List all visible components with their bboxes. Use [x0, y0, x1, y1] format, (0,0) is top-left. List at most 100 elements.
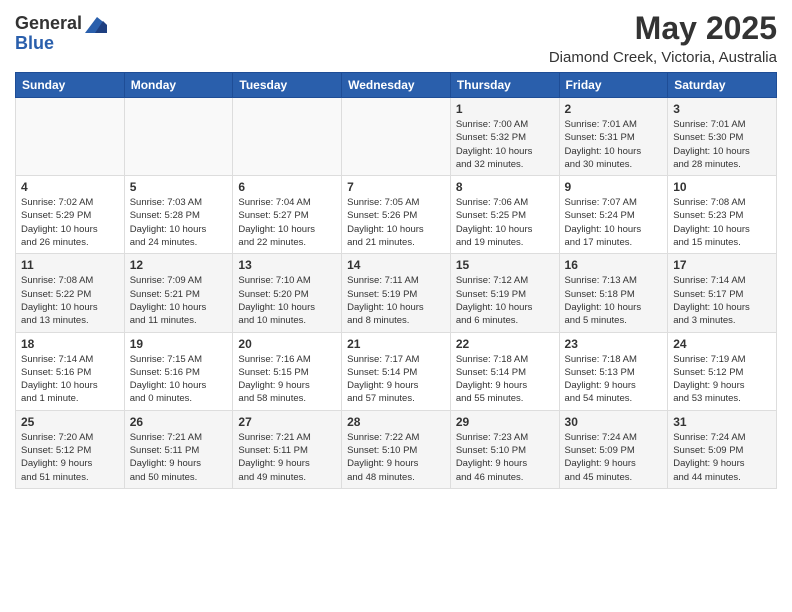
day-detail: Sunrise: 7:20 AM Sunset: 5:12 PM Dayligh…: [21, 431, 119, 484]
weekday-header-cell: Tuesday: [233, 73, 342, 98]
title-area: May 2025 Diamond Creek, Victoria, Austra…: [549, 10, 777, 66]
day-detail: Sunrise: 7:02 AM Sunset: 5:29 PM Dayligh…: [21, 196, 119, 249]
day-detail: Sunrise: 7:03 AM Sunset: 5:28 PM Dayligh…: [130, 196, 228, 249]
day-number: 5: [130, 180, 228, 194]
day-detail: Sunrise: 7:24 AM Sunset: 5:09 PM Dayligh…: [565, 431, 663, 484]
calendar-day-cell: 29 Sunrise: 7:23 AM Sunset: 5:10 PM Dayli…: [450, 410, 559, 488]
day-number: 20: [238, 337, 336, 351]
calendar-day-cell: 26 Sunrise: 7:21 AM Sunset: 5:11 PM Dayli…: [124, 410, 233, 488]
day-number: 9: [565, 180, 663, 194]
day-detail: Sunrise: 7:16 AM Sunset: 5:15 PM Dayligh…: [238, 353, 336, 406]
calendar-day-cell: 21Sunrise: 7:17 AM Sunset: 5:14 PM Dayli…: [342, 332, 451, 410]
calendar-day-cell: 5 Sunrise: 7:03 AM Sunset: 5:28 PM Daylig…: [124, 176, 233, 254]
day-detail: Sunrise: 7:14 AM Sunset: 5:17 PM Dayligh…: [673, 274, 771, 327]
weekday-header-cell: Wednesday: [342, 73, 451, 98]
day-detail: Sunrise: 7:06 AM Sunset: 5:25 PM Dayligh…: [456, 196, 554, 249]
day-detail: Sunrise: 7:22 AM Sunset: 5:10 PM Dayligh…: [347, 431, 445, 484]
logo: General Blue: [15, 14, 107, 54]
day-number: 12: [130, 258, 228, 272]
weekday-header-cell: Friday: [559, 73, 668, 98]
day-number: 26: [130, 415, 228, 429]
calendar-day-cell: 22 Sunrise: 7:18 AM Sunset: 5:14 PM Dayli…: [450, 332, 559, 410]
logo-blue: Blue: [15, 34, 82, 54]
day-number: 24: [673, 337, 771, 351]
day-number: 3: [673, 102, 771, 116]
calendar-day-cell: 2Sunrise: 7:01 AM Sunset: 5:31 PM Daylig…: [559, 98, 668, 176]
calendar-body: 1Sunrise: 7:00 AM Sunset: 5:32 PM Daylig…: [16, 98, 777, 489]
day-number: 1: [456, 102, 554, 116]
day-detail: Sunrise: 7:08 AM Sunset: 5:22 PM Dayligh…: [21, 274, 119, 327]
day-number: 17: [673, 258, 771, 272]
day-detail: Sunrise: 7:08 AM Sunset: 5:23 PM Dayligh…: [673, 196, 771, 249]
calendar: SundayMondayTuesdayWednesdayThursdayFrid…: [15, 72, 777, 489]
calendar-day-cell: 12 Sunrise: 7:09 AM Sunset: 5:21 PM Dayli…: [124, 254, 233, 332]
day-detail: Sunrise: 7:12 AM Sunset: 5:19 PM Dayligh…: [456, 274, 554, 327]
day-detail: Sunrise: 7:24 AM Sunset: 5:09 PM Dayligh…: [673, 431, 771, 484]
day-number: 22: [456, 337, 554, 351]
header: General Blue May 2025 Diamond Creek, Vic…: [15, 10, 777, 66]
location-title: Diamond Creek, Victoria, Australia: [549, 49, 777, 66]
calendar-day-cell: 14 Sunrise: 7:11 AM Sunset: 5:19 PM Dayli…: [342, 254, 451, 332]
day-detail: Sunrise: 7:01 AM Sunset: 5:30 PM Dayligh…: [673, 118, 771, 171]
day-detail: Sunrise: 7:10 AM Sunset: 5:20 PM Dayligh…: [238, 274, 336, 327]
calendar-week-row: 1Sunrise: 7:00 AM Sunset: 5:32 PM Daylig…: [16, 98, 777, 176]
calendar-day-cell: 30 Sunrise: 7:24 AM Sunset: 5:09 PM Dayli…: [559, 410, 668, 488]
calendar-day-cell: 6Sunrise: 7:04 AM Sunset: 5:27 PM Daylig…: [233, 176, 342, 254]
day-detail: Sunrise: 7:18 AM Sunset: 5:13 PM Dayligh…: [565, 353, 663, 406]
weekday-header-row: SundayMondayTuesdayWednesdayThursdayFrid…: [16, 73, 777, 98]
day-detail: Sunrise: 7:23 AM Sunset: 5:10 PM Dayligh…: [456, 431, 554, 484]
day-number: 28: [347, 415, 445, 429]
calendar-day-cell: 28 Sunrise: 7:22 AM Sunset: 5:10 PM Dayli…: [342, 410, 451, 488]
weekday-header-cell: Sunday: [16, 73, 125, 98]
day-detail: Sunrise: 7:21 AM Sunset: 5:11 PM Dayligh…: [130, 431, 228, 484]
day-detail: Sunrise: 7:19 AM Sunset: 5:12 PM Dayligh…: [673, 353, 771, 406]
day-number: 27: [238, 415, 336, 429]
day-number: 23: [565, 337, 663, 351]
calendar-day-cell: 16 Sunrise: 7:13 AM Sunset: 5:18 PM Dayli…: [559, 254, 668, 332]
weekday-header-cell: Saturday: [668, 73, 777, 98]
day-detail: Sunrise: 7:15 AM Sunset: 5:16 PM Dayligh…: [130, 353, 228, 406]
day-detail: Sunrise: 7:09 AM Sunset: 5:21 PM Dayligh…: [130, 274, 228, 327]
calendar-day-cell: 27 Sunrise: 7:21 AM Sunset: 5:11 PM Dayli…: [233, 410, 342, 488]
day-number: 31: [673, 415, 771, 429]
day-detail: Sunrise: 7:13 AM Sunset: 5:18 PM Dayligh…: [565, 274, 663, 327]
weekday-header-cell: Thursday: [450, 73, 559, 98]
day-number: 30: [565, 415, 663, 429]
calendar-day-cell: [124, 98, 233, 176]
weekday-header-cell: Monday: [124, 73, 233, 98]
calendar-week-row: 25 Sunrise: 7:20 AM Sunset: 5:12 PM Dayli…: [16, 410, 777, 488]
day-number: 19: [130, 337, 228, 351]
calendar-day-cell: 15 Sunrise: 7:12 AM Sunset: 5:19 PM Dayli…: [450, 254, 559, 332]
day-number: 2: [565, 102, 663, 116]
calendar-day-cell: 20 Sunrise: 7:16 AM Sunset: 5:15 PM Dayli…: [233, 332, 342, 410]
day-detail: Sunrise: 7:17 AM Sunset: 5:14 PM Dayligh…: [347, 353, 445, 406]
month-title: May 2025: [549, 10, 777, 47]
day-number: 7: [347, 180, 445, 194]
calendar-day-cell: 17 Sunrise: 7:14 AM Sunset: 5:17 PM Dayli…: [668, 254, 777, 332]
day-number: 25: [21, 415, 119, 429]
day-detail: Sunrise: 7:21 AM Sunset: 5:11 PM Dayligh…: [238, 431, 336, 484]
day-number: 29: [456, 415, 554, 429]
calendar-day-cell: 1Sunrise: 7:00 AM Sunset: 5:32 PM Daylig…: [450, 98, 559, 176]
day-number: 6: [238, 180, 336, 194]
day-number: 4: [21, 180, 119, 194]
day-number: 14: [347, 258, 445, 272]
logo-icon: [85, 15, 107, 37]
calendar-day-cell: 25 Sunrise: 7:20 AM Sunset: 5:12 PM Dayli…: [16, 410, 125, 488]
calendar-day-cell: [16, 98, 125, 176]
calendar-day-cell: 18Sunrise: 7:14 AM Sunset: 5:16 PM Dayli…: [16, 332, 125, 410]
day-detail: Sunrise: 7:11 AM Sunset: 5:19 PM Dayligh…: [347, 274, 445, 327]
day-number: 8: [456, 180, 554, 194]
calendar-day-cell: 13Sunrise: 7:10 AM Sunset: 5:20 PM Dayli…: [233, 254, 342, 332]
day-number: 15: [456, 258, 554, 272]
calendar-day-cell: 3 Sunrise: 7:01 AM Sunset: 5:30 PM Daylig…: [668, 98, 777, 176]
calendar-day-cell: 10 Sunrise: 7:08 AM Sunset: 5:23 PM Dayli…: [668, 176, 777, 254]
day-number: 10: [673, 180, 771, 194]
calendar-day-cell: 11Sunrise: 7:08 AM Sunset: 5:22 PM Dayli…: [16, 254, 125, 332]
day-number: 18: [21, 337, 119, 351]
calendar-day-cell: 19 Sunrise: 7:15 AM Sunset: 5:16 PM Dayli…: [124, 332, 233, 410]
calendar-day-cell: 23 Sunrise: 7:18 AM Sunset: 5:13 PM Dayli…: [559, 332, 668, 410]
calendar-day-cell: 24 Sunrise: 7:19 AM Sunset: 5:12 PM Dayli…: [668, 332, 777, 410]
day-detail: Sunrise: 7:18 AM Sunset: 5:14 PM Dayligh…: [456, 353, 554, 406]
day-number: 16: [565, 258, 663, 272]
